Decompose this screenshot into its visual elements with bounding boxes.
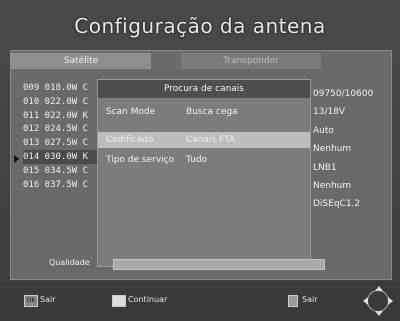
- footer-hint-exit-2: Sair: [302, 295, 318, 304]
- diseqc11-value[interactable]: Nenhum: [313, 177, 389, 195]
- scan-mode-row[interactable]: Scan Mode Busca cega: [98, 104, 310, 120]
- encrypted-value[interactable]: Canais FTA: [186, 132, 235, 148]
- quality-bar: [113, 259, 325, 270]
- service-type-value[interactable]: Tudo: [186, 152, 207, 168]
- toneburst-value[interactable]: Nenhum: [313, 140, 389, 158]
- encrypted-row[interactable]: Codificado Canais FTA: [98, 132, 310, 148]
- scan-mode-value[interactable]: Busca cega: [186, 104, 238, 120]
- scan-mode-label: Scan Mode: [106, 107, 156, 117]
- tab-satellite[interactable]: Satélite: [11, 53, 151, 69]
- quality-row: Qualidade: [11, 255, 391, 273]
- menu-key-icon: [288, 295, 298, 307]
- dpad-ring-icon: [367, 290, 389, 312]
- 22khz-value[interactable]: Auto: [313, 122, 389, 140]
- lnb-frequency-value[interactable]: 09750/10600: [313, 85, 389, 103]
- satellite-settings-values: 09750/10600 13/18V Auto Nenhum LNB1 Nenh…: [313, 85, 389, 214]
- arrow-right-icon: [388, 297, 393, 305]
- arrow-down-icon: [375, 311, 383, 316]
- antenna-config-panel: Satélite Transponder 009 018.0W C 010 02…: [10, 50, 392, 280]
- tab-bar: Satélite Transponder: [11, 51, 391, 71]
- service-type-label: Tipo de serviço: [106, 155, 175, 165]
- footer-hint-continue: Continuar: [128, 295, 168, 304]
- tab-transponder[interactable]: Transponder: [181, 53, 321, 69]
- arrow-left-icon: [363, 297, 368, 305]
- channel-search-dialog: Procura de canais Scan Mode Busca cega C…: [97, 79, 311, 267]
- quality-label: Qualidade: [49, 258, 90, 267]
- dpad-navigation-icon: [363, 286, 393, 316]
- tv-screen: Configuração da antena Satélite Transpon…: [0, 0, 400, 321]
- diseqc10-value[interactable]: LNB1: [313, 159, 389, 177]
- footer-hints: OK Sair Continuar Sair: [0, 282, 400, 321]
- ok-key-icon: OK: [24, 295, 38, 307]
- lnb-power-value[interactable]: 13/18V: [313, 103, 389, 121]
- motor-value[interactable]: DiSEqC1.2: [313, 195, 389, 213]
- page-title: Configuração da antena: [74, 14, 326, 38]
- service-type-row[interactable]: Tipo de serviço Tudo: [98, 152, 310, 168]
- encrypted-label: Codificado: [106, 135, 154, 145]
- selection-pointer-icon: [14, 155, 19, 163]
- footer-hint-exit: Sair: [40, 295, 56, 304]
- arrow-up-icon: [375, 286, 383, 291]
- dialog-title: Procura de canais: [98, 80, 310, 98]
- yellow-key-icon: [112, 295, 126, 307]
